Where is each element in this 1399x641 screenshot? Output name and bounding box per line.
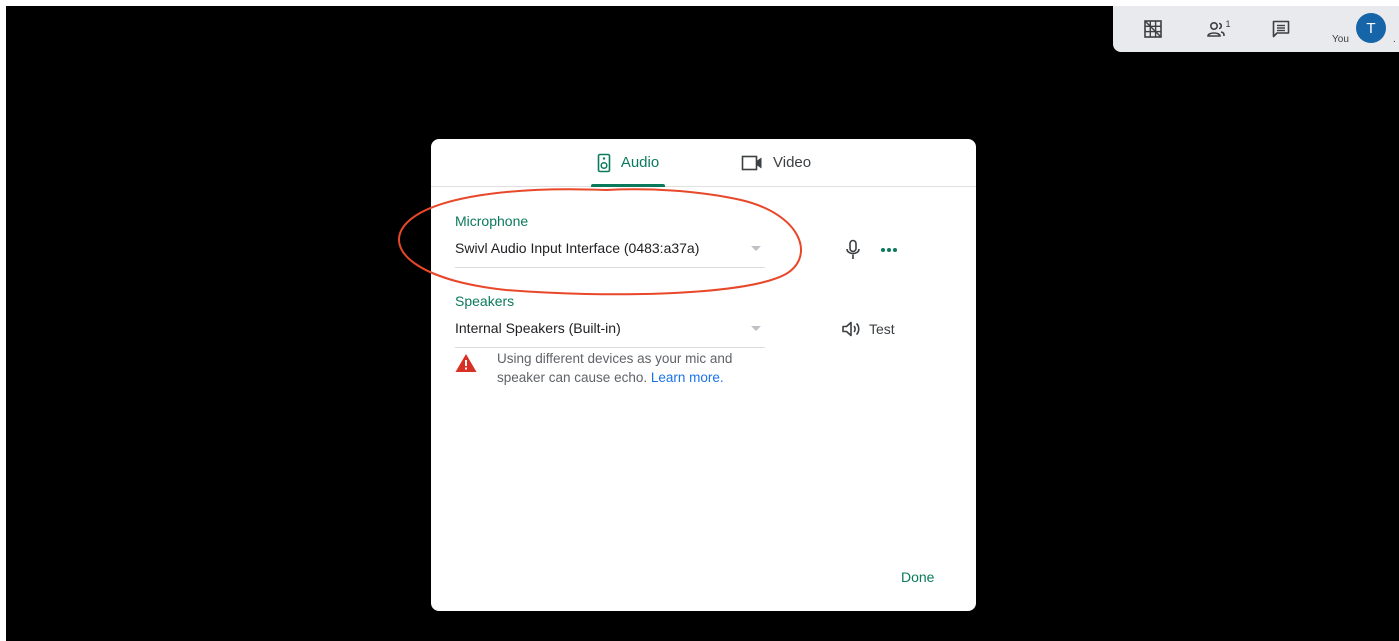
meeting-toolbar: 1 You T .	[1113, 6, 1399, 52]
chat-icon	[1272, 20, 1290, 38]
settings-dialog: Audio Video Microphone Swivl Audio Input…	[431, 139, 976, 611]
learn-more-link[interactable]: Learn more.	[651, 370, 724, 385]
microphone-more-button[interactable]	[877, 237, 901, 263]
overflow-dot: .	[1393, 34, 1396, 45]
microphone-select-value: Swivl Audio Input Interface (0483:a37a)	[455, 240, 700, 256]
video-camera-icon	[741, 155, 762, 170]
tab-audio[interactable]: Audio	[591, 139, 665, 187]
more-horizontal-icon	[881, 248, 897, 252]
grid-layout-icon	[1144, 20, 1162, 38]
chevron-down-icon	[751, 246, 761, 251]
self-label: You	[1332, 34, 1349, 45]
mic-level-button[interactable]	[841, 237, 865, 263]
microphone-label: Microphone	[455, 213, 529, 229]
chevron-down-icon	[751, 326, 761, 331]
microphone-icon	[846, 239, 860, 259]
echo-warning-text: Using different devices as your mic and …	[497, 349, 765, 387]
speaker-test-button[interactable]: Test	[841, 320, 895, 338]
tab-selected-indicator	[591, 184, 665, 187]
chat-button[interactable]	[1267, 16, 1295, 42]
done-button[interactable]: Done	[901, 569, 934, 585]
microphone-select[interactable]: Swivl Audio Input Interface (0483:a37a)	[455, 237, 765, 268]
speaker-device-icon	[597, 153, 611, 172]
participants-button[interactable]: 1	[1205, 16, 1233, 42]
speaker-test-label: Test	[869, 321, 895, 337]
speakers-select-value: Internal Speakers (Built-in)	[455, 320, 621, 336]
avatar[interactable]: T	[1356, 13, 1386, 43]
speakers-select[interactable]: Internal Speakers (Built-in)	[455, 317, 765, 348]
warning-icon	[455, 354, 477, 372]
volume-icon	[842, 321, 860, 337]
speakers-label: Speakers	[455, 293, 515, 309]
meeting-stage: 1 You T . Audio Video Microphone Swivl A…	[6, 6, 1399, 641]
tab-video-label: Video	[773, 154, 812, 171]
tab-audio-label: Audio	[620, 154, 660, 171]
grid-layout-button[interactable]	[1139, 16, 1167, 42]
settings-tabs: Audio Video	[431, 139, 976, 187]
participants-count: 1	[1225, 19, 1231, 29]
tab-video[interactable]: Video	[741, 139, 811, 186]
